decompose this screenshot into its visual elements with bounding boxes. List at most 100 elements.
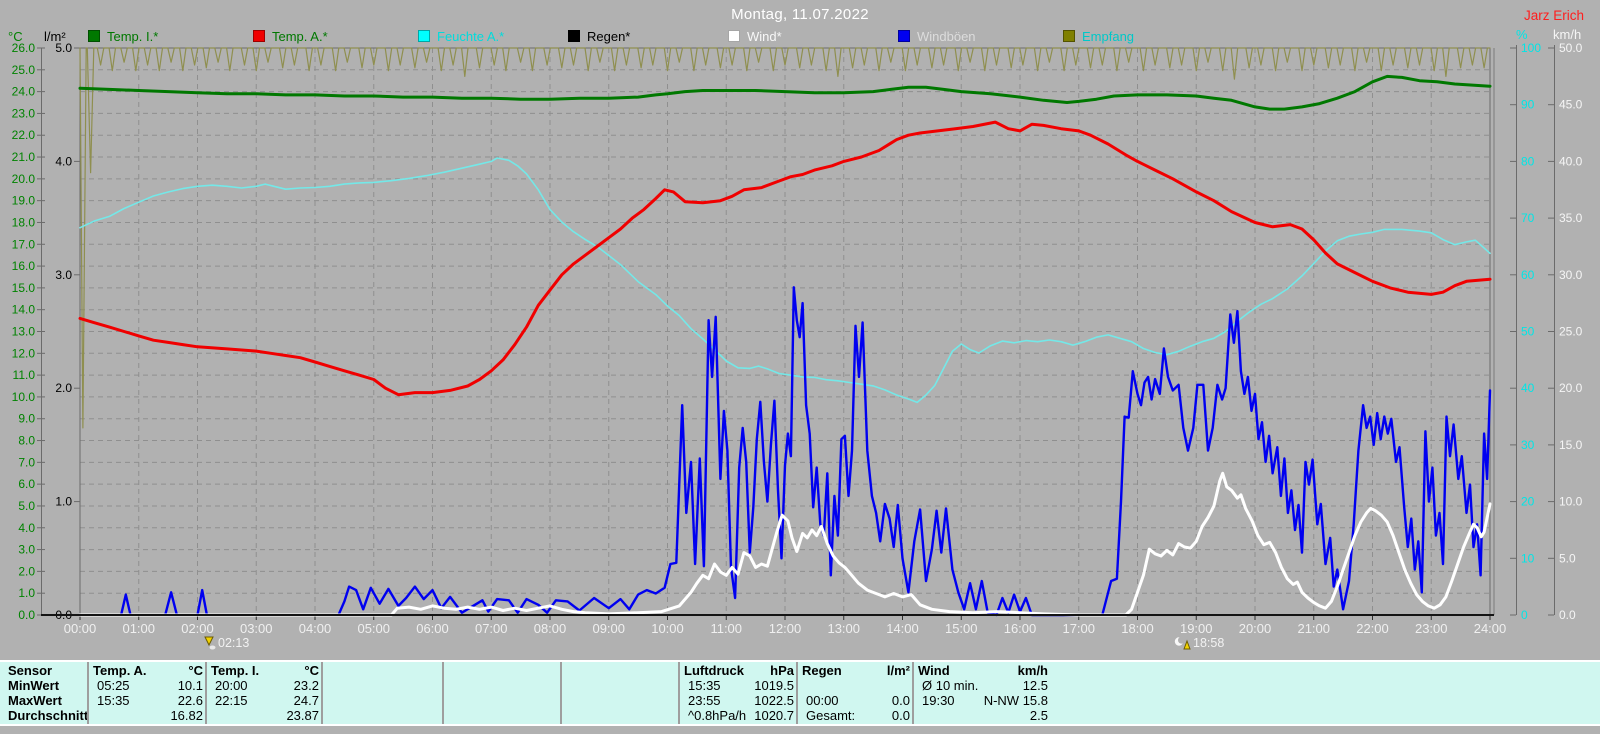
svg-text:21:00: 21:00 — [1297, 621, 1330, 636]
svg-text:8.0: 8.0 — [18, 434, 35, 448]
legend-item-feuchte: Feuchte A.* — [418, 28, 505, 44]
svg-text:11:00: 11:00 — [710, 621, 742, 636]
table-column-divider — [321, 662, 323, 724]
svg-text:24.0: 24.0 — [12, 85, 36, 99]
empfang-swatch-icon — [1063, 30, 1075, 42]
svg-text:0.0: 0.0 — [1559, 608, 1576, 622]
table-cell: N-NW 15.8 — [983, 693, 1048, 708]
table-cell: 10.1 — [177, 678, 203, 693]
table-cell: 1020.7 — [754, 708, 794, 723]
svg-text:70: 70 — [1521, 211, 1535, 225]
svg-text:15:00: 15:00 — [945, 621, 978, 636]
svg-text:80: 80 — [1521, 154, 1535, 168]
legend-label: Wind* — [747, 28, 782, 44]
svg-text:9.0: 9.0 — [18, 412, 35, 426]
table-cell: km/h — [1017, 663, 1048, 678]
legend-label: Temp. I.* — [107, 28, 159, 44]
weather-chart-window: 0.0 1.0 2.0 3.0 4.0 5.0 6.0 7.0 8.0 9.0 10.0 11.0 12… — [0, 0, 1600, 734]
table-cell: 24.7 — [293, 693, 319, 708]
table-cell: 1022.5 — [754, 693, 794, 708]
table-column-divider — [87, 662, 89, 724]
svg-text:5.0: 5.0 — [1559, 551, 1576, 565]
table-cell: 2.5 — [1029, 708, 1048, 723]
table-cell: l/m² — [886, 663, 910, 678]
svg-text:23:00: 23:00 — [1415, 621, 1448, 636]
svg-text:07:00: 07:00 — [475, 621, 508, 636]
svg-text:15.0: 15.0 — [1559, 438, 1583, 452]
svg-text:4.0: 4.0 — [18, 521, 35, 535]
feuchte-swatch-icon — [418, 30, 430, 42]
svg-text:08:00: 08:00 — [534, 621, 567, 636]
svg-text:2.0: 2.0 — [18, 564, 35, 578]
table-cell: hPa — [770, 663, 794, 678]
svg-text:20.0: 20.0 — [12, 172, 36, 186]
svg-text:13.0: 13.0 — [12, 325, 36, 339]
legend-label: Temp. A.* — [272, 28, 328, 44]
svg-text:05:00: 05:00 — [357, 621, 390, 636]
svg-text:12.0: 12.0 — [12, 346, 36, 360]
temp-a-swatch-icon — [253, 30, 265, 42]
svg-text:60: 60 — [1521, 268, 1535, 282]
legend-label: Windböen — [917, 28, 976, 44]
table-column-divider — [796, 662, 798, 724]
svg-text:6.0: 6.0 — [18, 477, 35, 491]
svg-text:3.0: 3.0 — [18, 543, 35, 557]
svg-text:17.0: 17.0 — [12, 237, 36, 251]
table-cell: 23.2 — [293, 678, 319, 693]
table-cell: 23.87 — [286, 708, 319, 723]
svg-text:25.0: 25.0 — [1559, 325, 1583, 339]
legend-label: Empfang — [1082, 28, 1135, 44]
windboeen-swatch-icon — [898, 30, 910, 42]
legend-item-regen: Regen* — [568, 28, 631, 44]
svg-text:21.0: 21.0 — [12, 150, 36, 164]
watermark-text: Jarz Erich — [1523, 8, 1584, 23]
rain-axis-ticks: 0.01.02.03.04.05.0 — [55, 41, 80, 622]
svg-text:06:00: 06:00 — [416, 621, 449, 636]
svg-text:22.0: 22.0 — [12, 128, 36, 142]
table-column-divider — [678, 662, 680, 724]
legend-item-temp-i: Temp. I.* — [88, 28, 159, 44]
sunrise-time: 02:13 — [218, 636, 250, 650]
time-axis: 00:00 01:00 02:00 03:00 04:00 05:00 06:00 07:00… — [64, 615, 1506, 636]
svg-text:15.0: 15.0 — [12, 281, 36, 295]
svg-text:50: 50 — [1521, 325, 1535, 339]
table-cell: °C — [304, 663, 319, 678]
svg-text:09:00: 09:00 — [592, 621, 625, 636]
sunset-time: 18:58 — [1193, 636, 1225, 650]
table-column-divider — [442, 662, 444, 724]
stats-table: Sensor MinWert MaxWert Durchschnitt Temp. A.… — [0, 660, 1600, 726]
svg-text:18:00: 18:00 — [1121, 621, 1154, 636]
svg-text:10:00: 10:00 — [651, 621, 684, 636]
moon-icon — [1174, 636, 1191, 650]
svg-text:01:00: 01:00 — [122, 621, 155, 636]
svg-text:16.0: 16.0 — [12, 259, 36, 273]
legend-label: Feuchte A.* — [437, 28, 505, 44]
table-cell: Durchschnitt — [8, 708, 89, 723]
sun-down-icon — [204, 636, 216, 650]
svg-text:02:00: 02:00 — [181, 621, 214, 636]
svg-text:2.0: 2.0 — [55, 381, 72, 395]
table-cell: 22.6 — [177, 693, 203, 708]
table-cell: 12.5 — [1022, 678, 1048, 693]
legend-item-wind: Wind* — [728, 28, 782, 44]
table-cell: MaxWert — [8, 693, 62, 708]
svg-text:1.0: 1.0 — [18, 586, 35, 600]
legend-item-temp-a: Temp. A.* — [253, 28, 328, 44]
svg-text:14.0: 14.0 — [12, 303, 36, 317]
svg-text:0.0: 0.0 — [18, 608, 35, 622]
svg-text:10: 10 — [1521, 551, 1535, 565]
svg-text:22:00: 22:00 — [1356, 621, 1389, 636]
chart-canvas: 0.0 1.0 2.0 3.0 4.0 5.0 6.0 7.0 8.0 9.0 10.0 11.0 12… — [12, 41, 1583, 636]
page-title: Montag, 11.07.2022 — [731, 6, 869, 23]
svg-text:40: 40 — [1521, 381, 1535, 395]
svg-text:20.0: 20.0 — [1559, 381, 1583, 395]
svg-text:10.0: 10.0 — [1559, 495, 1583, 509]
temp-i-swatch-icon — [88, 30, 100, 42]
wind-axis-ticks: 0.05.010.015.020.025.030.035.040.045.050… — [1548, 41, 1583, 622]
svg-text:3.0: 3.0 — [55, 268, 72, 282]
svg-text:20: 20 — [1521, 495, 1535, 509]
legend-label: Regen* — [587, 28, 631, 44]
svg-text:14:00: 14:00 — [886, 621, 919, 636]
wind-swatch-icon — [728, 30, 740, 42]
svg-text:90: 90 — [1521, 98, 1535, 112]
